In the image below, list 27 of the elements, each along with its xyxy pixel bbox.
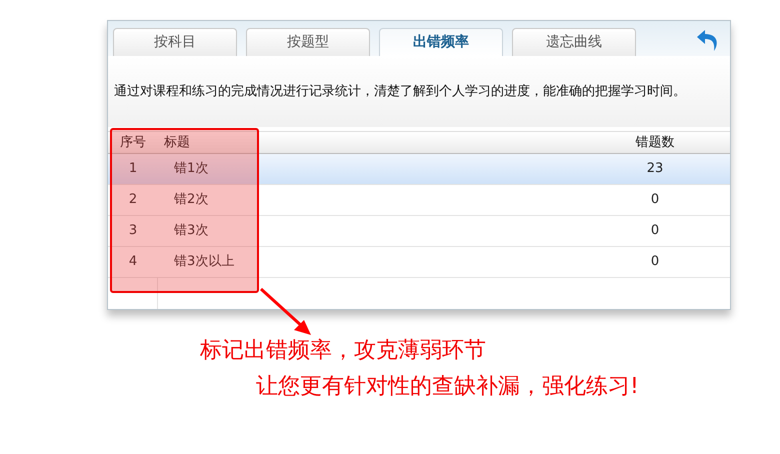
column-header: 错题数 (634, 134, 676, 152)
table-cell-text: 错3次以上 (173, 253, 236, 272)
column-header: 标题 (163, 134, 191, 152)
tab[interactable]: 按科目 (113, 28, 237, 56)
tab[interactable]: 按题型 (246, 28, 370, 56)
caption-text: 标记出错频率，攻克薄弱环节 (200, 337, 487, 365)
table-row[interactable]: 4 错3次以上 0 (108, 247, 730, 278)
caption-text: 让您更有针对性的查缺补漏，强化练习! (256, 373, 639, 401)
table-row[interactable]: 3 错3次 0 (108, 216, 730, 247)
table-cell-text: 错2次 (173, 191, 210, 210)
tab[interactable]: 出错频率 (379, 28, 503, 56)
table-cell-text: 错1次 (173, 160, 210, 178)
table-cell-text: 0 (650, 253, 660, 272)
table-cell-text: 4 (128, 253, 138, 272)
table-cell-text: 错3次 (173, 222, 210, 240)
table-cell-text: 0 (650, 222, 660, 240)
column-header: 序号 (119, 134, 147, 152)
table-cell-text: 0 (650, 191, 660, 210)
table-cell-text: 1 (128, 160, 138, 178)
table-cell-text: 2 (128, 191, 138, 210)
arrow (258, 286, 314, 338)
description-text: 通过对课程和练习的完成情况进行记录统计，清楚了解到个人学习的进度，能准确的把握学习时间。 (114, 82, 686, 101)
table-row[interactable]: 2 错2次 0 (108, 185, 730, 216)
table-cell-text: 23 (646, 160, 664, 178)
table-cell-text: 3 (128, 222, 138, 240)
tab[interactable]: 遗忘曲线 (512, 28, 636, 56)
table-row[interactable]: 1 错1次 23 (108, 154, 730, 185)
